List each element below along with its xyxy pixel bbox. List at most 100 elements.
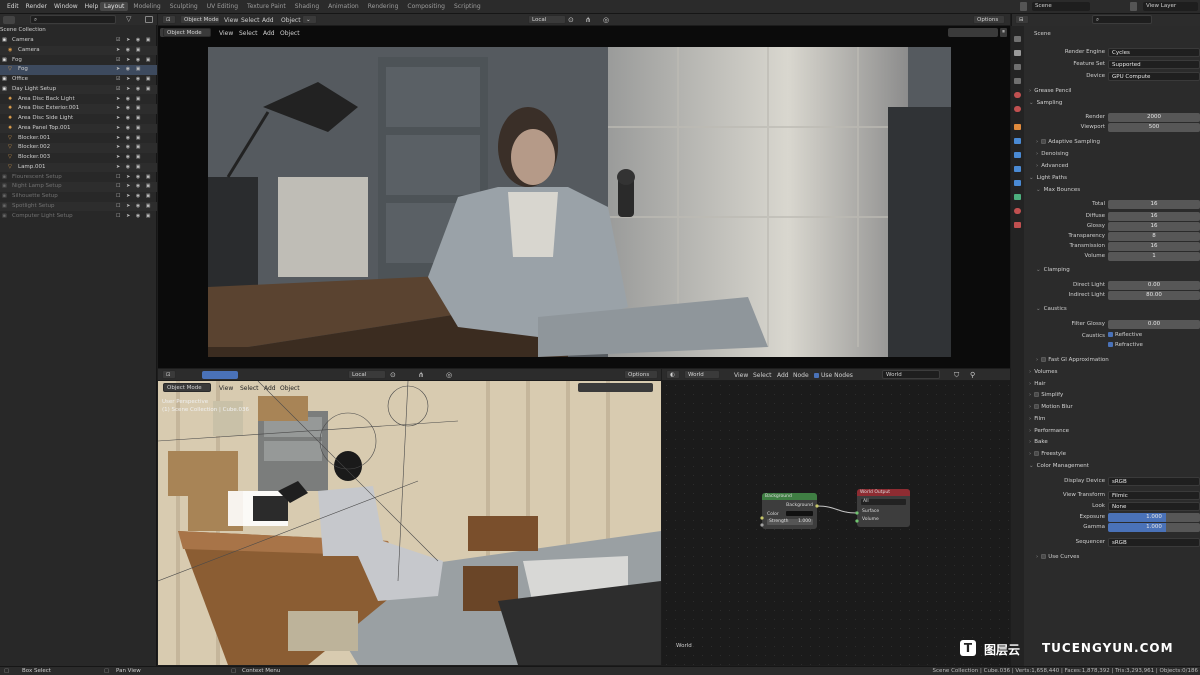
tab-layout[interactable]: Layout (100, 2, 129, 11)
visibility-toggle-icons[interactable]: ➤ ◉ ▣ (116, 114, 142, 124)
filter-glossy-field[interactable]: 0.00 (1108, 320, 1200, 329)
scene-icon[interactable] (1020, 2, 1027, 11)
outliner-item-flourescent-setup[interactable]: ▣ Flourescent Setup ☐ ➤ ◉ ▣ (0, 173, 157, 183)
tab-modeling[interactable]: Modeling (129, 2, 164, 11)
freestyle-panel[interactable]: › Freestyle (1029, 451, 1066, 457)
view-layer-icon[interactable] (1130, 2, 1137, 11)
visibility-toggle-icons[interactable]: ➤ ◉ ▣ (116, 104, 142, 114)
render-samples-field[interactable]: 2000 (1108, 113, 1200, 122)
visibility-toggle-icons[interactable]: ➤ ◉ ▣ (116, 143, 142, 153)
menu-help[interactable]: Help (85, 3, 99, 10)
visibility-toggle-icons[interactable]: ☑ ➤ ◉ ▣ (116, 56, 153, 66)
outliner-item-area-disc-exterior-001[interactable]: ✹ Area Disc Exterior.001 ➤ ◉ ▣ (0, 104, 157, 114)
caustics-panel[interactable]: ⌄ Caustics (1036, 306, 1067, 312)
visibility-toggle-icons[interactable]: ➤ ◉ ▣ (116, 134, 142, 144)
constraints-tab-icon[interactable] (1014, 180, 1021, 186)
proportional-edit-icon[interactable]: ◎ (603, 16, 609, 24)
viewport1-menu-add[interactable]: Add (263, 30, 275, 37)
refractive-checkbox[interactable]: Refractive (1108, 342, 1143, 348)
viewport2-menu-add[interactable]: Add (264, 385, 276, 392)
visibility-toggle-icons[interactable]: ➤ ◉ ▣ (116, 95, 142, 105)
volumes-panel[interactable]: › Volumes (1029, 369, 1058, 375)
sequencer-dropdown[interactable]: sRGB (1108, 538, 1200, 547)
glossy-bounces-field[interactable]: 16 (1108, 222, 1200, 231)
visibility-toggle-icons[interactable]: ➤ ◉ ▣ (116, 163, 142, 173)
select-mode-buttons[interactable] (202, 371, 238, 379)
new-collection-icon[interactable] (145, 16, 153, 23)
3d-viewport[interactable]: User Perspective (1) Scene Collection | … (158, 381, 661, 665)
device-dropdown[interactable]: GPU Compute (1108, 72, 1200, 81)
use-curves-panel[interactable]: › Use Curves (1036, 554, 1079, 560)
physics-tab-icon[interactable] (1014, 166, 1021, 172)
direct-light-field[interactable]: 0.00 (1108, 281, 1200, 290)
tab-sculpting[interactable]: Sculpting (166, 2, 202, 11)
node-menu-add[interactable]: Add (777, 372, 789, 379)
snap-icon[interactable]: ⋔ (585, 16, 591, 24)
outliner-item-lamp-001[interactable]: ▽ Lamp.001 ➤ ◉ ▣ (0, 162, 157, 173)
editor-type-icon[interactable] (3, 16, 15, 24)
advanced-panel[interactable]: › Advanced (1036, 163, 1068, 169)
sampling-panel[interactable]: ⌄ Sampling (1029, 100, 1062, 106)
tab-texture-paint[interactable]: Texture Paint (243, 2, 290, 11)
outliner-item-silhouette-setup[interactable]: ▣ Silhouette Setup ☐ ➤ ◉ ▣ (0, 192, 157, 202)
outliner-item-area-panel-top-001[interactable]: ✹ Area Panel Top.001 ➤ ◉ ▣ (0, 123, 157, 134)
visibility-toggle-icons[interactable]: ☑ ➤ ◉ ▣ (116, 85, 153, 95)
viewport1-menu-select[interactable]: Select (239, 30, 258, 37)
menu-window[interactable]: Window (54, 3, 78, 10)
use-nodes-checkbox[interactable]: Use Nodes (814, 372, 853, 379)
menu-edit[interactable]: Edit (7, 3, 19, 10)
motion-blur-panel[interactable]: › Motion Blur (1029, 404, 1073, 410)
object-options-icon[interactable]: ⌄ (302, 15, 317, 24)
visibility-toggle-icons[interactable]: ☐ ➤ ◉ ▣ (116, 192, 153, 202)
menu-select[interactable]: Select (241, 17, 260, 24)
indirect-light-field[interactable]: 80.00 (1108, 291, 1200, 300)
tab-uv-editing[interactable]: UV Editing (203, 2, 242, 11)
filter-icon[interactable]: ▽ (126, 15, 131, 23)
gamma-slider[interactable]: 1.000 (1108, 523, 1200, 532)
outliner-item-fog[interactable]: ▣ Fog ☑ ➤ ◉ ▣ (0, 56, 157, 66)
outliner-item-area-disc-back-light[interactable]: ✹ Area Disc Back Light ➤ ◉ ▣ (0, 95, 157, 105)
outliner-search-input[interactable]: ⌕ (30, 15, 116, 24)
total-bounces-field[interactable]: 16 (1108, 200, 1200, 209)
viewport2-menu-view[interactable]: View (219, 385, 233, 392)
light-paths-panel[interactable]: ⌄ Light Paths (1029, 175, 1067, 181)
view-transform-dropdown[interactable]: Filmic (1108, 491, 1200, 500)
volume-bounces-field[interactable]: 1 (1108, 252, 1200, 261)
visibility-toggle-icons[interactable]: ☐ ➤ ◉ ▣ (116, 182, 153, 192)
tab-animation[interactable]: Animation (324, 2, 363, 11)
film-panel[interactable]: › Film (1029, 416, 1045, 422)
visibility-toggle-icons[interactable]: ☑ ➤ ◉ ▣ (116, 75, 153, 85)
viewport2-shading-buttons[interactable] (578, 383, 653, 392)
reflective-checkbox[interactable]: Reflective (1108, 332, 1142, 338)
pin-icon[interactable]: ⚲ (970, 371, 975, 379)
denoising-panel[interactable]: › Denoising (1036, 151, 1069, 157)
max-bounces-panel[interactable]: ⌄ Max Bounces (1036, 187, 1080, 193)
clamping-panel[interactable]: ⌄ Clamping (1036, 267, 1070, 273)
outliner-item-camera[interactable]: ◉ Camera ➤ ◉ ▣ (0, 45, 157, 56)
tab-rendering[interactable]: Rendering (364, 2, 403, 11)
data-tab-icon[interactable] (1014, 194, 1021, 200)
transmission-bounces-field[interactable]: 16 (1108, 242, 1200, 251)
tab-shading[interactable]: Shading (291, 2, 323, 11)
node-menu-view[interactable]: View (734, 372, 748, 379)
simplify-panel[interactable]: › Simplify (1029, 392, 1063, 398)
outliner-item-area-disc-side-light[interactable]: ✹ Area Disc Side Light ➤ ◉ ▣ (0, 114, 157, 124)
menu-object[interactable]: Object (281, 17, 301, 24)
visibility-toggle-icons[interactable]: ➤ ◉ ▣ (116, 124, 142, 134)
color-management-panel[interactable]: ⌄ Color Management (1029, 463, 1089, 469)
viewport1-menu-view[interactable]: View (219, 30, 233, 37)
menu-view[interactable]: View (224, 17, 238, 24)
bake-panel[interactable]: › Bake (1029, 439, 1048, 445)
outliner-item-night-lamp-setup[interactable]: ▣ Night Lamp Setup ☐ ➤ ◉ ▣ (0, 182, 157, 192)
viewport2-menu-object[interactable]: Object (280, 385, 300, 392)
world-tab-icon[interactable] (1014, 106, 1021, 112)
display-device-dropdown[interactable]: sRGB (1108, 477, 1200, 486)
pause-render-icon[interactable]: ⏸ (1000, 28, 1007, 37)
options-dropdown[interactable]: Options (973, 15, 1005, 24)
transform-orientation-dropdown[interactable]: Local (528, 15, 566, 24)
outliner-item-computer-light-setup[interactable]: ▣ Computer Light Setup ☐ ➤ ◉ ▣ (0, 212, 157, 222)
outliner-root[interactable]: Scene Collection (0, 26, 157, 36)
visibility-toggle-icons[interactable]: ☐ ➤ ◉ ▣ (116, 212, 153, 222)
shading-mode-buttons[interactable] (948, 28, 998, 37)
menu-add[interactable]: Add (262, 17, 274, 24)
